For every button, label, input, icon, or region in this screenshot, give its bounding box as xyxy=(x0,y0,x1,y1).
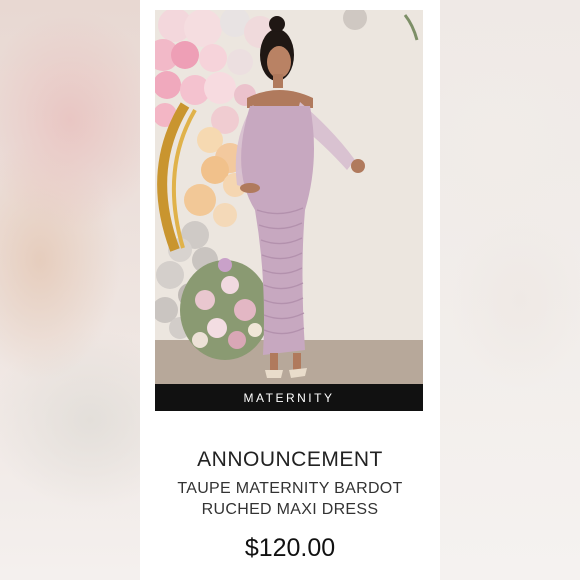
product-subtitle-line-2: RUCHED MAXI DRESS xyxy=(201,501,379,518)
product-price: $120.00 xyxy=(244,534,336,562)
product-title: ANNOUNCEMENT xyxy=(197,448,383,471)
product-subtitle-line-1: TAUPE MATERNITY BARDOT xyxy=(177,480,403,497)
product-photo-illustration xyxy=(155,10,423,384)
category-badge-label: MATERNITY xyxy=(243,390,335,405)
category-badge: MATERNITY xyxy=(155,384,423,411)
blurred-background-right xyxy=(440,0,580,580)
blurred-background-left xyxy=(0,0,140,580)
product-photo[interactable] xyxy=(155,10,423,384)
product-subtitle: TAUPE MATERNITY BARDOT RUCHED MAXI DRESS xyxy=(140,478,440,520)
product-card[interactable]: MATERNITY ANNOUNCEMENT TAUPE MATERNITY B… xyxy=(140,0,440,580)
